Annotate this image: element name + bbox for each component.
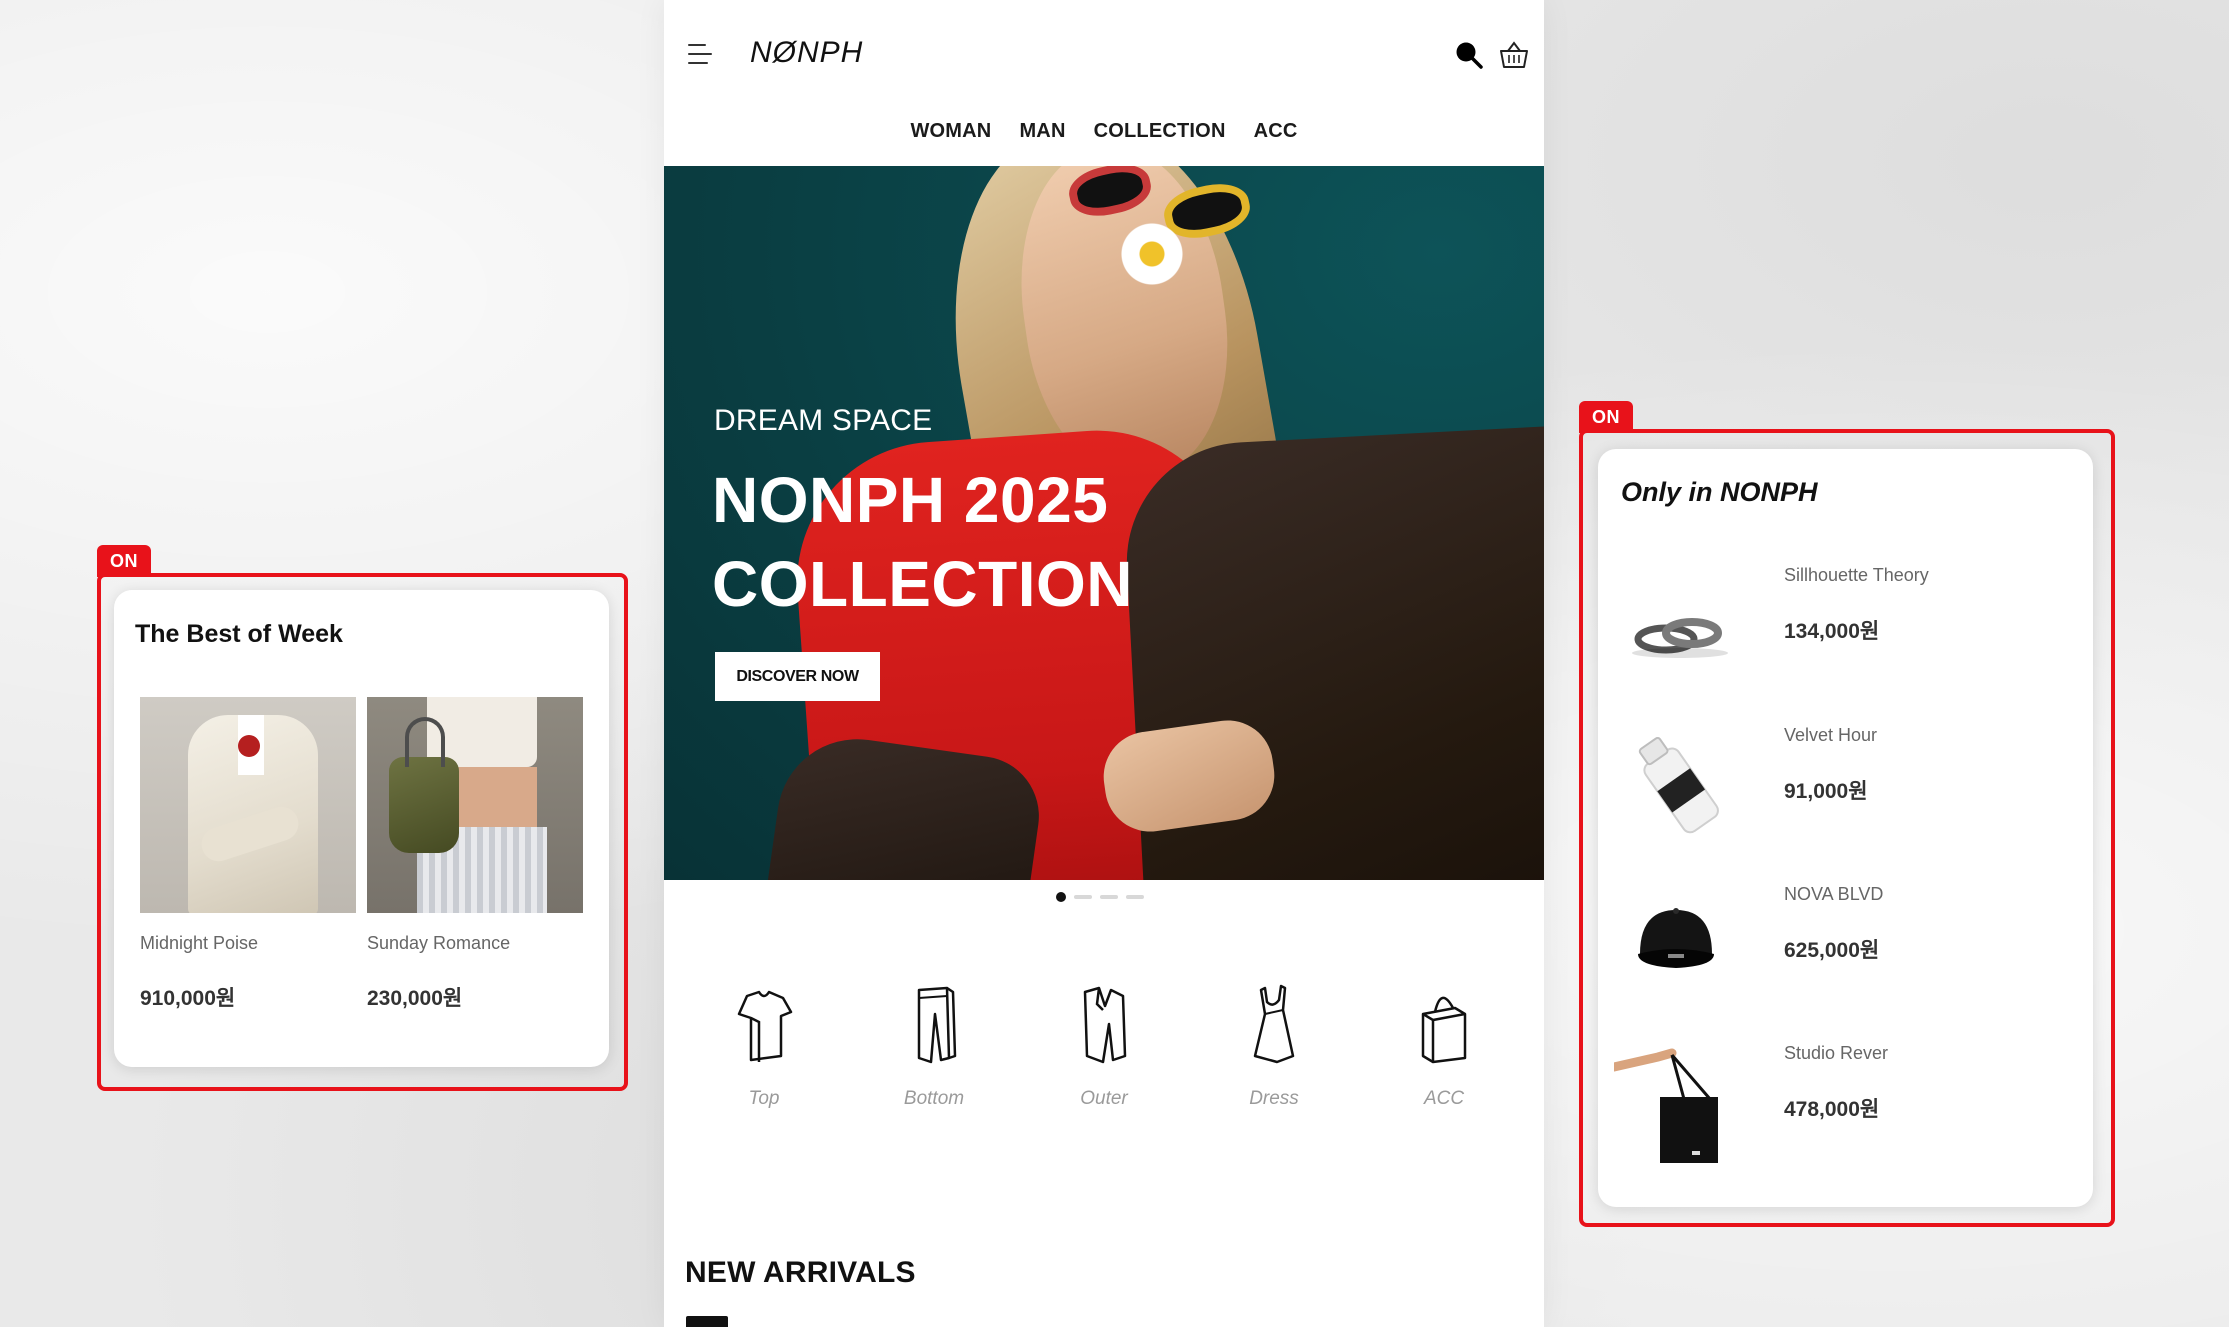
hero-title-line: NONPH 2025 (712, 464, 1109, 536)
nav-item-acc[interactable]: ACC (1254, 120, 1298, 143)
product-image-blazer (140, 697, 356, 913)
carousel-dot[interactable] (1074, 895, 1092, 899)
product-card-sunday-romance[interactable]: Sunday Romance 230,000원 (367, 697, 583, 1012)
pants-icon (917, 986, 957, 1064)
only-in-title: Only in NONPH (1621, 477, 1818, 507)
main-nav: WOMAN MAN COLLECTION ACC (664, 120, 1544, 143)
product-name: Velvet Hour (1784, 725, 1878, 745)
product-card-midnight-poise[interactable]: Midnight Poise 910,000원 (140, 697, 356, 1012)
carousel-dot-active[interactable] (1056, 892, 1066, 902)
category-dress[interactable]: Dress (1204, 984, 1344, 1110)
product-row-nova-blvd[interactable]: NOVA BLVD 625,000원 (1614, 870, 2054, 1020)
product-name: Sunday Romance (367, 933, 511, 953)
jacket-icon (1083, 986, 1127, 1064)
product-row-sillhouette-theory[interactable]: Sillhouette Theory 134,000원 (1614, 551, 2054, 701)
carousel-dot[interactable] (1100, 895, 1118, 899)
mobile-shop-screen: NØNPH WOMAN MAN COLLECTION ACC DREAM SPA… (664, 0, 1544, 1327)
best-of-week-title: The Best of Week (135, 620, 343, 648)
product-row-velvet-hour[interactable]: Velvet Hour 91,000원 (1614, 711, 2054, 861)
hamburger-menu-icon[interactable] (688, 42, 714, 66)
category-top[interactable]: Top (694, 984, 834, 1110)
category-label: Outer (1080, 1088, 1128, 1109)
brand-logo[interactable]: NØNPH (750, 36, 863, 70)
new-arrivals-tab-indicator[interactable] (686, 1316, 728, 1327)
product-row-studio-rever[interactable]: Studio Rever 478,000원 (1614, 1029, 2054, 1179)
category-acc[interactable]: ACC (1374, 984, 1514, 1110)
product-price: 910,000원 (140, 987, 236, 1010)
hero-subtitle: DREAM SPACE (714, 404, 933, 437)
hero-banner[interactable]: DREAM SPACE NONPH 2025 COLLECTION DISCOV… (664, 166, 1544, 880)
search-icon[interactable] (1454, 40, 1484, 70)
product-price: 625,000원 (1784, 939, 1880, 962)
best-of-week-card: The Best of Week Midnight Poise 910,000원… (114, 590, 609, 1067)
product-name: Studio Rever (1784, 1043, 1889, 1063)
product-price: 134,000원 (1784, 620, 1880, 643)
nav-item-collection[interactable]: COLLECTION (1094, 120, 1226, 143)
carousel-dot[interactable] (1126, 895, 1144, 899)
category-bottom[interactable]: Bottom (864, 984, 1004, 1110)
perfume-bottle-icon (1638, 736, 1719, 834)
hero-title: NONPH 2025 COLLECTION (712, 458, 1133, 626)
product-name: Sillhouette Theory (1784, 565, 1929, 585)
tote-bag-icon (1614, 1048, 1718, 1163)
nav-item-man[interactable]: MAN (1019, 120, 1065, 143)
product-image-bag-outfit (367, 697, 583, 913)
only-in-card: Only in NONPH Sillhouette Theory 134,000… (1598, 449, 2093, 1207)
category-label: ACC (1423, 1088, 1465, 1109)
nav-item-woman[interactable]: WOMAN (910, 120, 991, 143)
category-row: Top Bottom Outer Dress ACC (694, 984, 1514, 1110)
product-name: Midnight Poise (140, 933, 259, 953)
product-name: NOVA BLVD (1784, 884, 1884, 904)
discover-now-button[interactable]: DISCOVER NOW (715, 652, 880, 701)
hero-photo-flower (1119, 221, 1185, 287)
category-label: Top (748, 1088, 780, 1109)
dress-icon (1253, 984, 1295, 1064)
hero-title-line: COLLECTION (712, 548, 1133, 620)
product-price: 91,000원 (1784, 780, 1868, 803)
product-price: 478,000원 (1784, 1098, 1880, 1121)
cap-icon (1638, 908, 1714, 968)
category-label: Dress (1249, 1088, 1299, 1109)
new-arrivals-heading: NEW ARRIVALS (685, 1256, 916, 1289)
hero-carousel-dots (1056, 892, 1144, 902)
rings-icon (1632, 618, 1728, 658)
t-shirt-icon (737, 990, 793, 1062)
category-label: Bottom (903, 1088, 965, 1109)
shopping-basket-icon[interactable] (1498, 40, 1530, 70)
category-outer[interactable]: Outer (1034, 984, 1174, 1110)
bag-icon (1421, 996, 1467, 1064)
product-price: 230,000원 (367, 987, 463, 1010)
